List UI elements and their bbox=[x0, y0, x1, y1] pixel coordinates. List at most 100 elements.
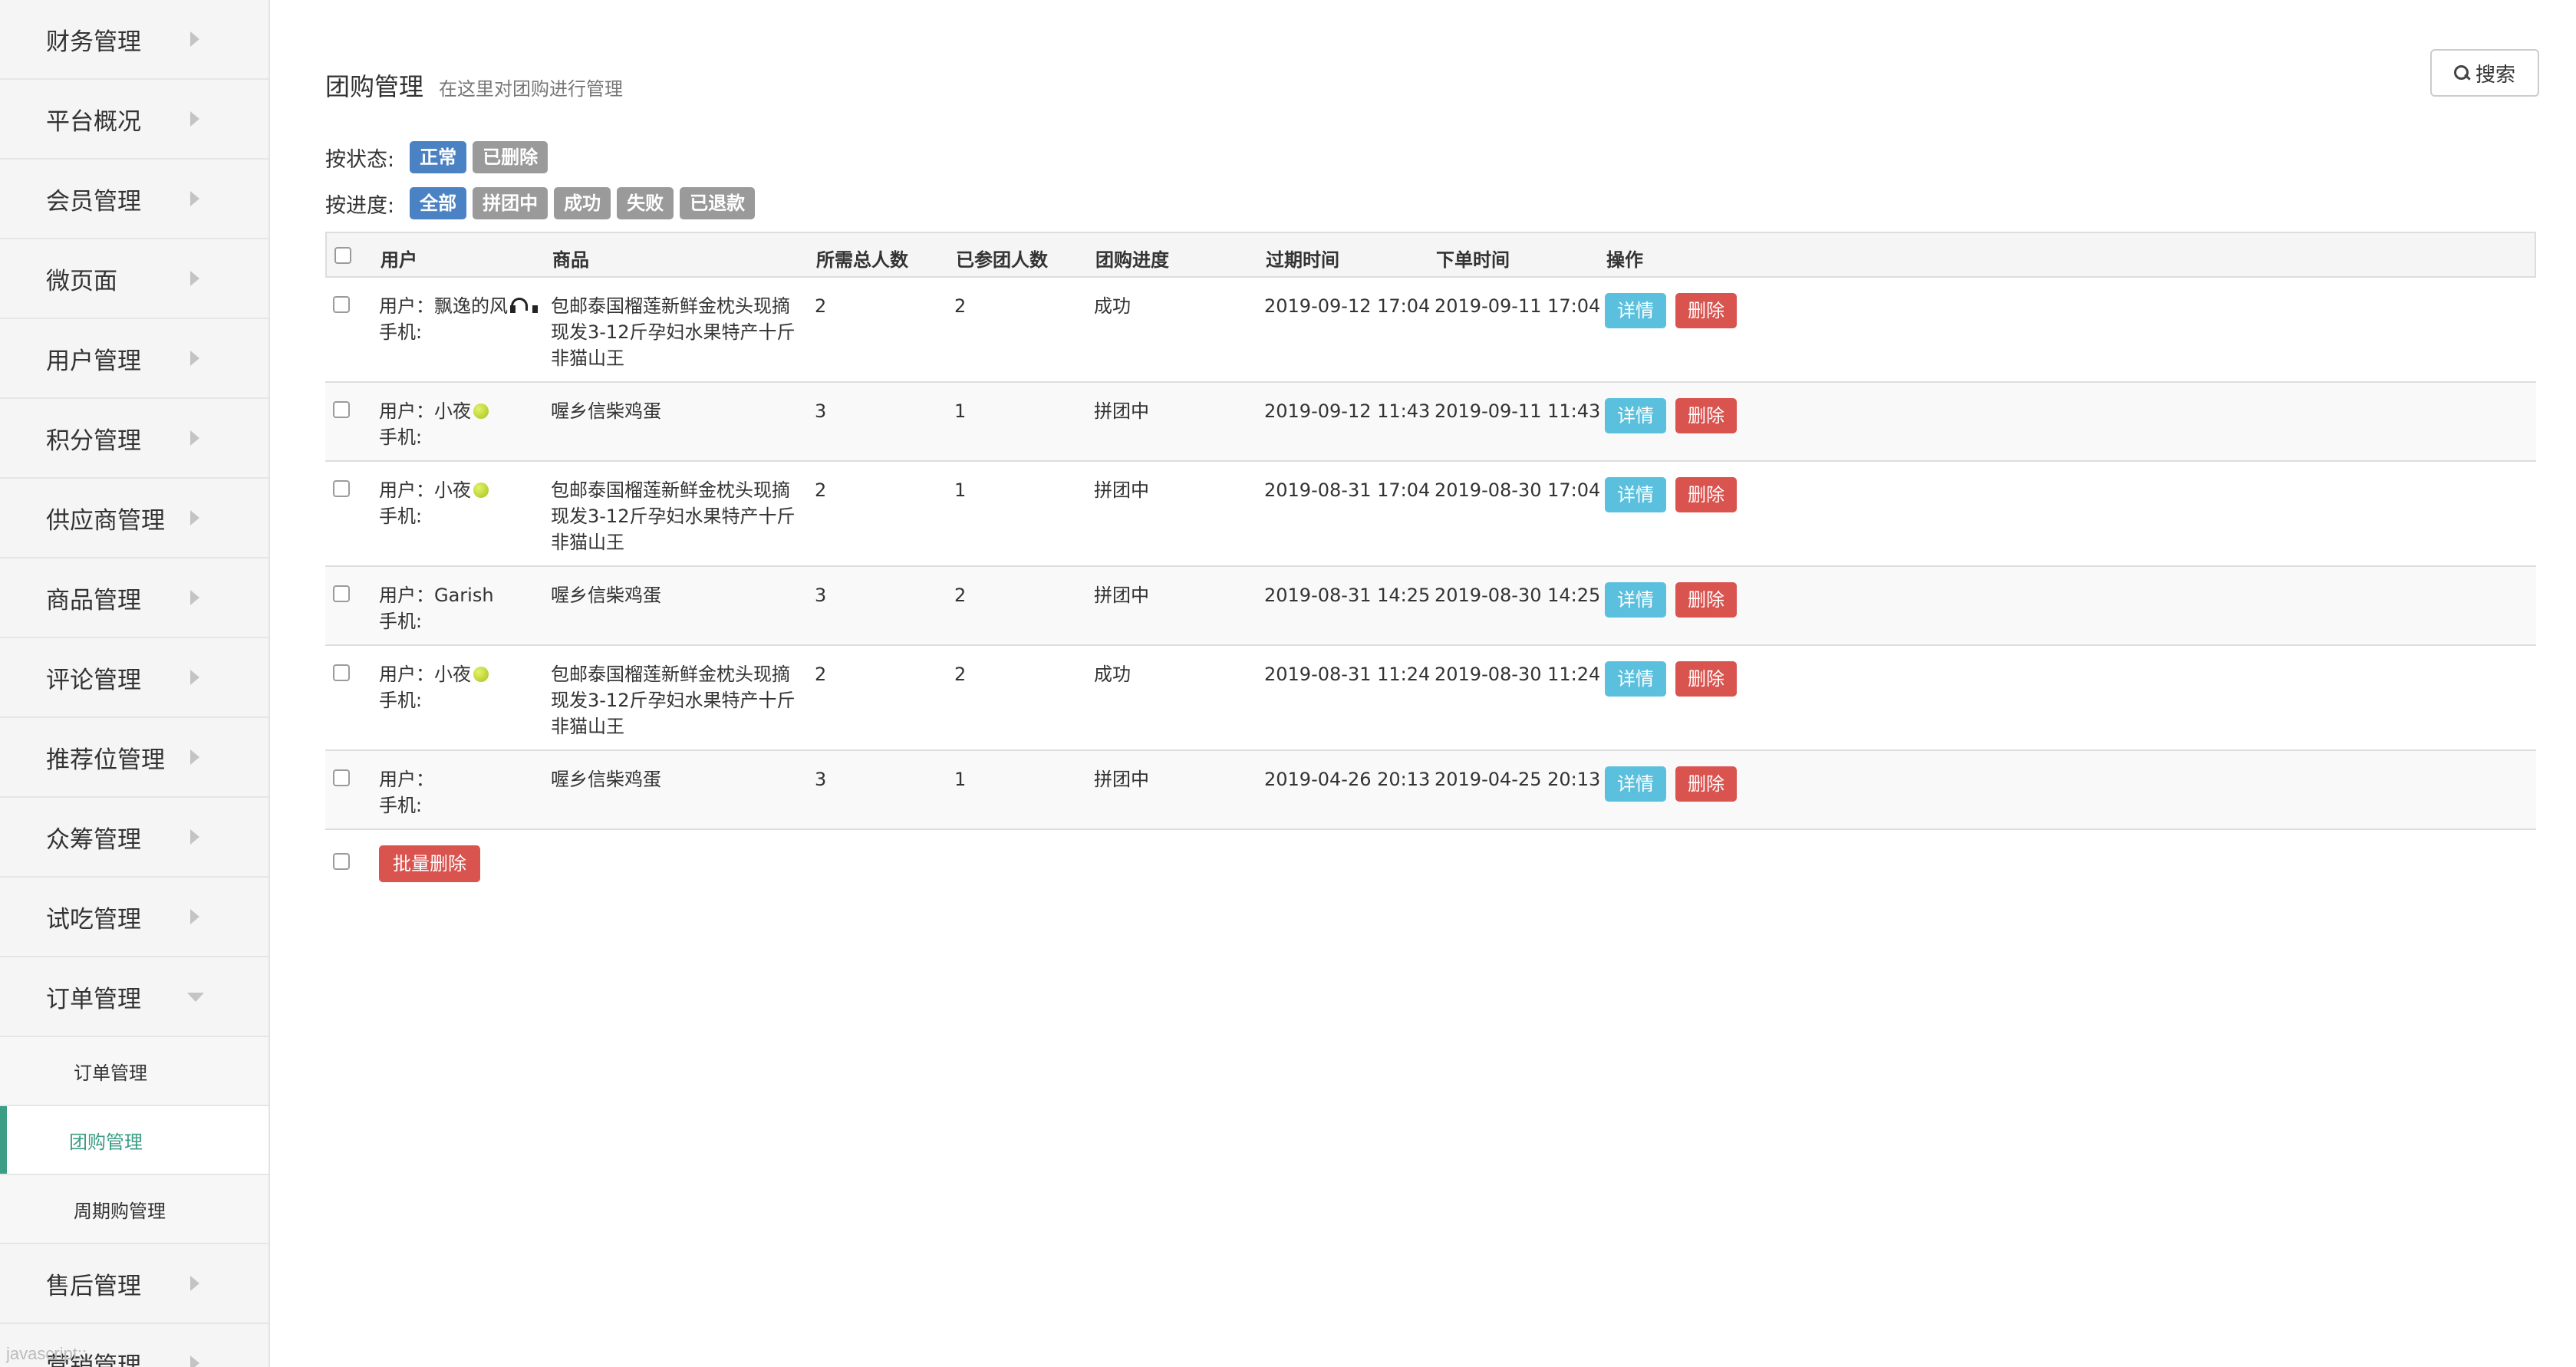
column-header-progress: 团购进度 bbox=[1095, 249, 1169, 271]
expire-time-cell: 2019-08-31 17:04 bbox=[1264, 479, 1431, 501]
progress-filter-tag-1[interactable]: 拼团中 bbox=[473, 187, 548, 219]
status-filter-tag-0[interactable]: 正常 bbox=[410, 141, 467, 173]
caret-right-icon bbox=[190, 1276, 199, 1291]
delete-button[interactable]: 删除 bbox=[1675, 293, 1737, 328]
user-cell: 用户：小夜 手机: bbox=[379, 398, 489, 450]
user-line: 用户：小夜 bbox=[379, 398, 489, 424]
expire-time-cell: 2019-04-26 20:13 bbox=[1264, 769, 1431, 790]
order-time-cell: 2019-04-25 20:13 bbox=[1435, 769, 1601, 790]
required-count-cell: 2 bbox=[815, 664, 827, 685]
delete-button[interactable]: 删除 bbox=[1675, 398, 1737, 433]
table-row: 用户：Garish 手机: 喔乡信柴鸡蛋 3 2 拼团中 2019-08-31 14:25 2… bbox=[325, 567, 2536, 646]
sidebar: 财务管理平台概况会员管理微页面 用户管理 积分管理供应商管理商品管理评论管理推荐位管… bbox=[0, 0, 270, 1367]
caret-right-icon bbox=[190, 829, 199, 845]
user-name: 小夜 bbox=[434, 664, 471, 685]
sidebar-item-0-bottom[interactable]: 售后管理 bbox=[0, 1244, 268, 1324]
select-all-checkbox[interactable] bbox=[334, 247, 351, 264]
sidebar-item-4[interactable]: 用户管理 bbox=[0, 319, 268, 399]
row-checkbox[interactable] bbox=[333, 585, 350, 602]
tennis-ball-icon bbox=[473, 667, 489, 682]
progress-filter-tag-3[interactable]: 失败 bbox=[617, 187, 674, 219]
delete-button[interactable]: 删除 bbox=[1675, 477, 1737, 512]
delete-button[interactable]: 删除 bbox=[1675, 582, 1737, 618]
sidebar-item-9[interactable]: 推荐位管理 bbox=[0, 718, 268, 798]
goods-cell: 喔乡信柴鸡蛋 bbox=[551, 400, 661, 422]
required-count-cell: 2 bbox=[815, 479, 827, 501]
sidebar-subitem-0[interactable]: 订单管理 bbox=[0, 1037, 268, 1106]
phone-line: 手机: bbox=[379, 321, 423, 343]
page-header: 团购管理 在这里对团购进行管理 bbox=[325, 68, 623, 103]
caret-right-icon bbox=[190, 749, 199, 765]
required-count-cell: 3 bbox=[815, 769, 827, 790]
row-checkbox[interactable] bbox=[333, 401, 350, 418]
sidebar-item-6[interactable]: 供应商管理 bbox=[0, 479, 268, 558]
column-header-actions: 操作 bbox=[1606, 249, 1643, 271]
progress-cell: 成功 bbox=[1094, 664, 1131, 685]
sidebar-subitem-2[interactable]: 周期购管理 bbox=[0, 1175, 268, 1244]
delete-button[interactable]: 删除 bbox=[1675, 766, 1737, 802]
sidebar-item-label: 会员管理 bbox=[46, 187, 141, 216]
search-button[interactable]: 搜索 bbox=[2430, 49, 2539, 97]
detail-button[interactable]: 详情 bbox=[1605, 766, 1666, 802]
sidebar-subitem-1[interactable]: 团购管理 bbox=[0, 1106, 268, 1175]
sidebar-item-3[interactable]: 微页面 bbox=[0, 239, 268, 319]
status-filter: 按状态: 正常 已删除 bbox=[325, 141, 554, 173]
sidebar-item-0[interactable]: 财务管理 bbox=[0, 0, 268, 80]
goods-cell: 包邮泰国榴莲新鲜金枕头现摘现发3-12斤孕妇水果特产十斤非猫山王 bbox=[551, 295, 796, 369]
user-prefix: 用户： bbox=[379, 769, 434, 790]
detail-button[interactable]: 详情 bbox=[1605, 661, 1666, 697]
caret-right-icon bbox=[190, 510, 199, 525]
detail-button[interactable]: 详情 bbox=[1605, 398, 1666, 433]
progress-cell: 拼团中 bbox=[1094, 769, 1149, 790]
sidebar-item-label: 周期购管理 bbox=[74, 1200, 166, 1222]
sidebar-item-7[interactable]: 商品管理 bbox=[0, 558, 268, 638]
sidebar-item-10[interactable]: 众筹管理 bbox=[0, 798, 268, 878]
joined-count-cell: 1 bbox=[954, 769, 967, 790]
table-row: 用户： 手机: 喔乡信柴鸡蛋 3 1 拼团中 2019-04-26 20:13 2019-04… bbox=[325, 751, 2536, 830]
user-name: Garish bbox=[434, 585, 494, 606]
row-checkbox[interactable] bbox=[333, 296, 350, 313]
progress-filter-tag-4[interactable]: 已退款 bbox=[680, 187, 756, 219]
row-checkbox[interactable] bbox=[333, 664, 350, 681]
detail-button[interactable]: 详情 bbox=[1605, 477, 1666, 512]
group-buy-table: 用户 商品 所需总人数 已参团人数 团购进度 过期时间 下单时间 操作 用户：飘… bbox=[325, 232, 2536, 830]
sidebar-item-1[interactable]: 平台概况 bbox=[0, 80, 268, 160]
caret-right-icon bbox=[190, 191, 199, 206]
table-row: 用户：小夜 手机: 包邮泰国榴莲新鲜金枕头现摘现发3-12斤孕妇水果特产十斤非猫山王… bbox=[325, 462, 2536, 567]
expire-time-cell: 2019-09-12 11:43 bbox=[1264, 400, 1431, 422]
caret-right-icon bbox=[190, 31, 199, 47]
progress-cell: 拼团中 bbox=[1094, 479, 1149, 501]
sidebar-item-8[interactable]: 评论管理 bbox=[0, 638, 268, 718]
column-header-required: 所需总人数 bbox=[816, 249, 908, 271]
user-line: 用户： bbox=[379, 766, 434, 792]
sidebar-item-label: 财务管理 bbox=[46, 28, 141, 56]
sidebar-item-label: 供应商管理 bbox=[46, 506, 165, 535]
sidebar-item-2[interactable]: 会员管理 bbox=[0, 160, 268, 239]
bulk-delete-button[interactable]: 批量删除 bbox=[379, 845, 480, 882]
user-line: 用户：飘逸的风 bbox=[379, 293, 538, 319]
goods-cell: 喔乡信柴鸡蛋 bbox=[551, 769, 661, 790]
delete-button[interactable]: 删除 bbox=[1675, 661, 1737, 697]
sidebar-item-label: 评论管理 bbox=[46, 666, 141, 694]
sidebar-item-5[interactable]: 积分管理 bbox=[0, 399, 268, 479]
sidebar-item-12[interactable]: 订单管理 bbox=[0, 957, 268, 1037]
status-filter-tag-1[interactable]: 已删除 bbox=[473, 141, 548, 173]
row-checkbox[interactable] bbox=[333, 480, 350, 497]
sidebar-item-label: 推荐位管理 bbox=[46, 746, 165, 774]
detail-button[interactable]: 详情 bbox=[1605, 582, 1666, 618]
progress-filter-tag-0[interactable]: 全部 bbox=[410, 187, 467, 219]
detail-button[interactable]: 详情 bbox=[1605, 293, 1666, 328]
column-header-order-time: 下单时间 bbox=[1436, 249, 1510, 271]
user-line: 用户：小夜 bbox=[379, 477, 489, 503]
progress-filter-tag-2[interactable]: 成功 bbox=[554, 187, 611, 219]
caret-down-icon bbox=[187, 993, 204, 1002]
user-cell: 用户：小夜 手机: bbox=[379, 661, 489, 713]
joined-count-cell: 2 bbox=[954, 664, 967, 685]
order-time-cell: 2019-09-11 11:43 bbox=[1435, 400, 1601, 422]
sidebar-item-11[interactable]: 试吃管理 bbox=[0, 878, 268, 957]
caret-right-icon bbox=[190, 430, 199, 446]
row-checkbox[interactable] bbox=[333, 769, 350, 786]
sidebar-item-label: 众筹管理 bbox=[46, 825, 141, 854]
main-content: 团购管理 在这里对团购进行管理 搜索 按状态: 正常 已删除 按进度: 全部 拼团中… bbox=[272, 0, 2576, 1367]
bulk-select-checkbox[interactable] bbox=[333, 853, 350, 870]
